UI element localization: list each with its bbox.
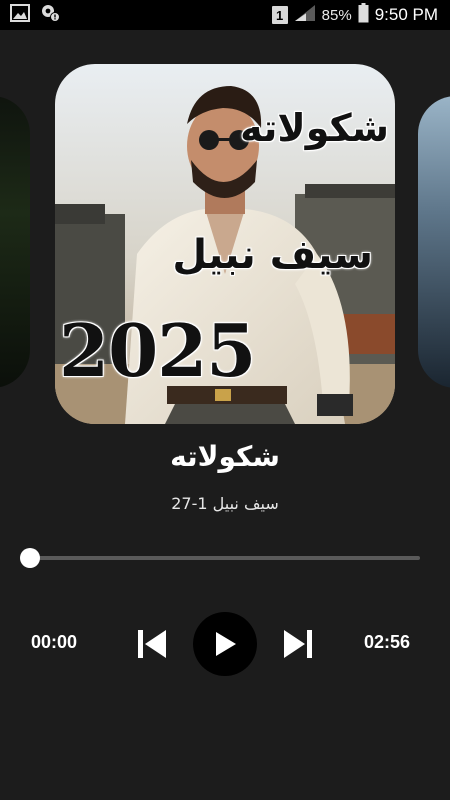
skip-next-icon	[284, 630, 312, 658]
album-cover-year: 2025	[59, 308, 256, 393]
album-carousel[interactable]: شكولاته سيف نبيل 2025	[0, 30, 450, 430]
play-button[interactable]	[193, 612, 257, 676]
status-time: 9:50 PM	[374, 5, 438, 24]
song-artist: سيف نبيل 1-27	[171, 494, 279, 513]
album-cover-artist: سيف نبيل	[172, 232, 373, 278]
next-album-card[interactable]	[418, 96, 450, 388]
next-button[interactable]	[278, 626, 318, 662]
signal-icon	[294, 4, 316, 26]
elapsed-time: 00:00	[31, 632, 78, 652]
skip-previous-icon	[138, 630, 166, 658]
previous-button[interactable]	[132, 626, 172, 662]
seek-bar[interactable]	[20, 548, 420, 568]
status-bar: 1 85% 9:50 PM	[0, 0, 450, 30]
seek-thumb[interactable]	[20, 548, 40, 568]
previous-album-card[interactable]	[0, 96, 30, 388]
album-cover-title: شكولاته	[240, 106, 389, 150]
battery-percent: 85%	[321, 6, 352, 24]
sim-badge-icon: 1	[271, 6, 288, 24]
song-title: شكولاته	[170, 440, 280, 473]
location-notify-icon	[40, 3, 62, 27]
seek-track[interactable]	[30, 556, 420, 560]
image-icon	[10, 4, 30, 26]
play-icon	[216, 632, 236, 656]
album-cover[interactable]: شكولاته سيف نبيل 2025	[55, 64, 395, 424]
battery-icon	[358, 3, 369, 27]
total-time: 02:56	[364, 632, 411, 652]
